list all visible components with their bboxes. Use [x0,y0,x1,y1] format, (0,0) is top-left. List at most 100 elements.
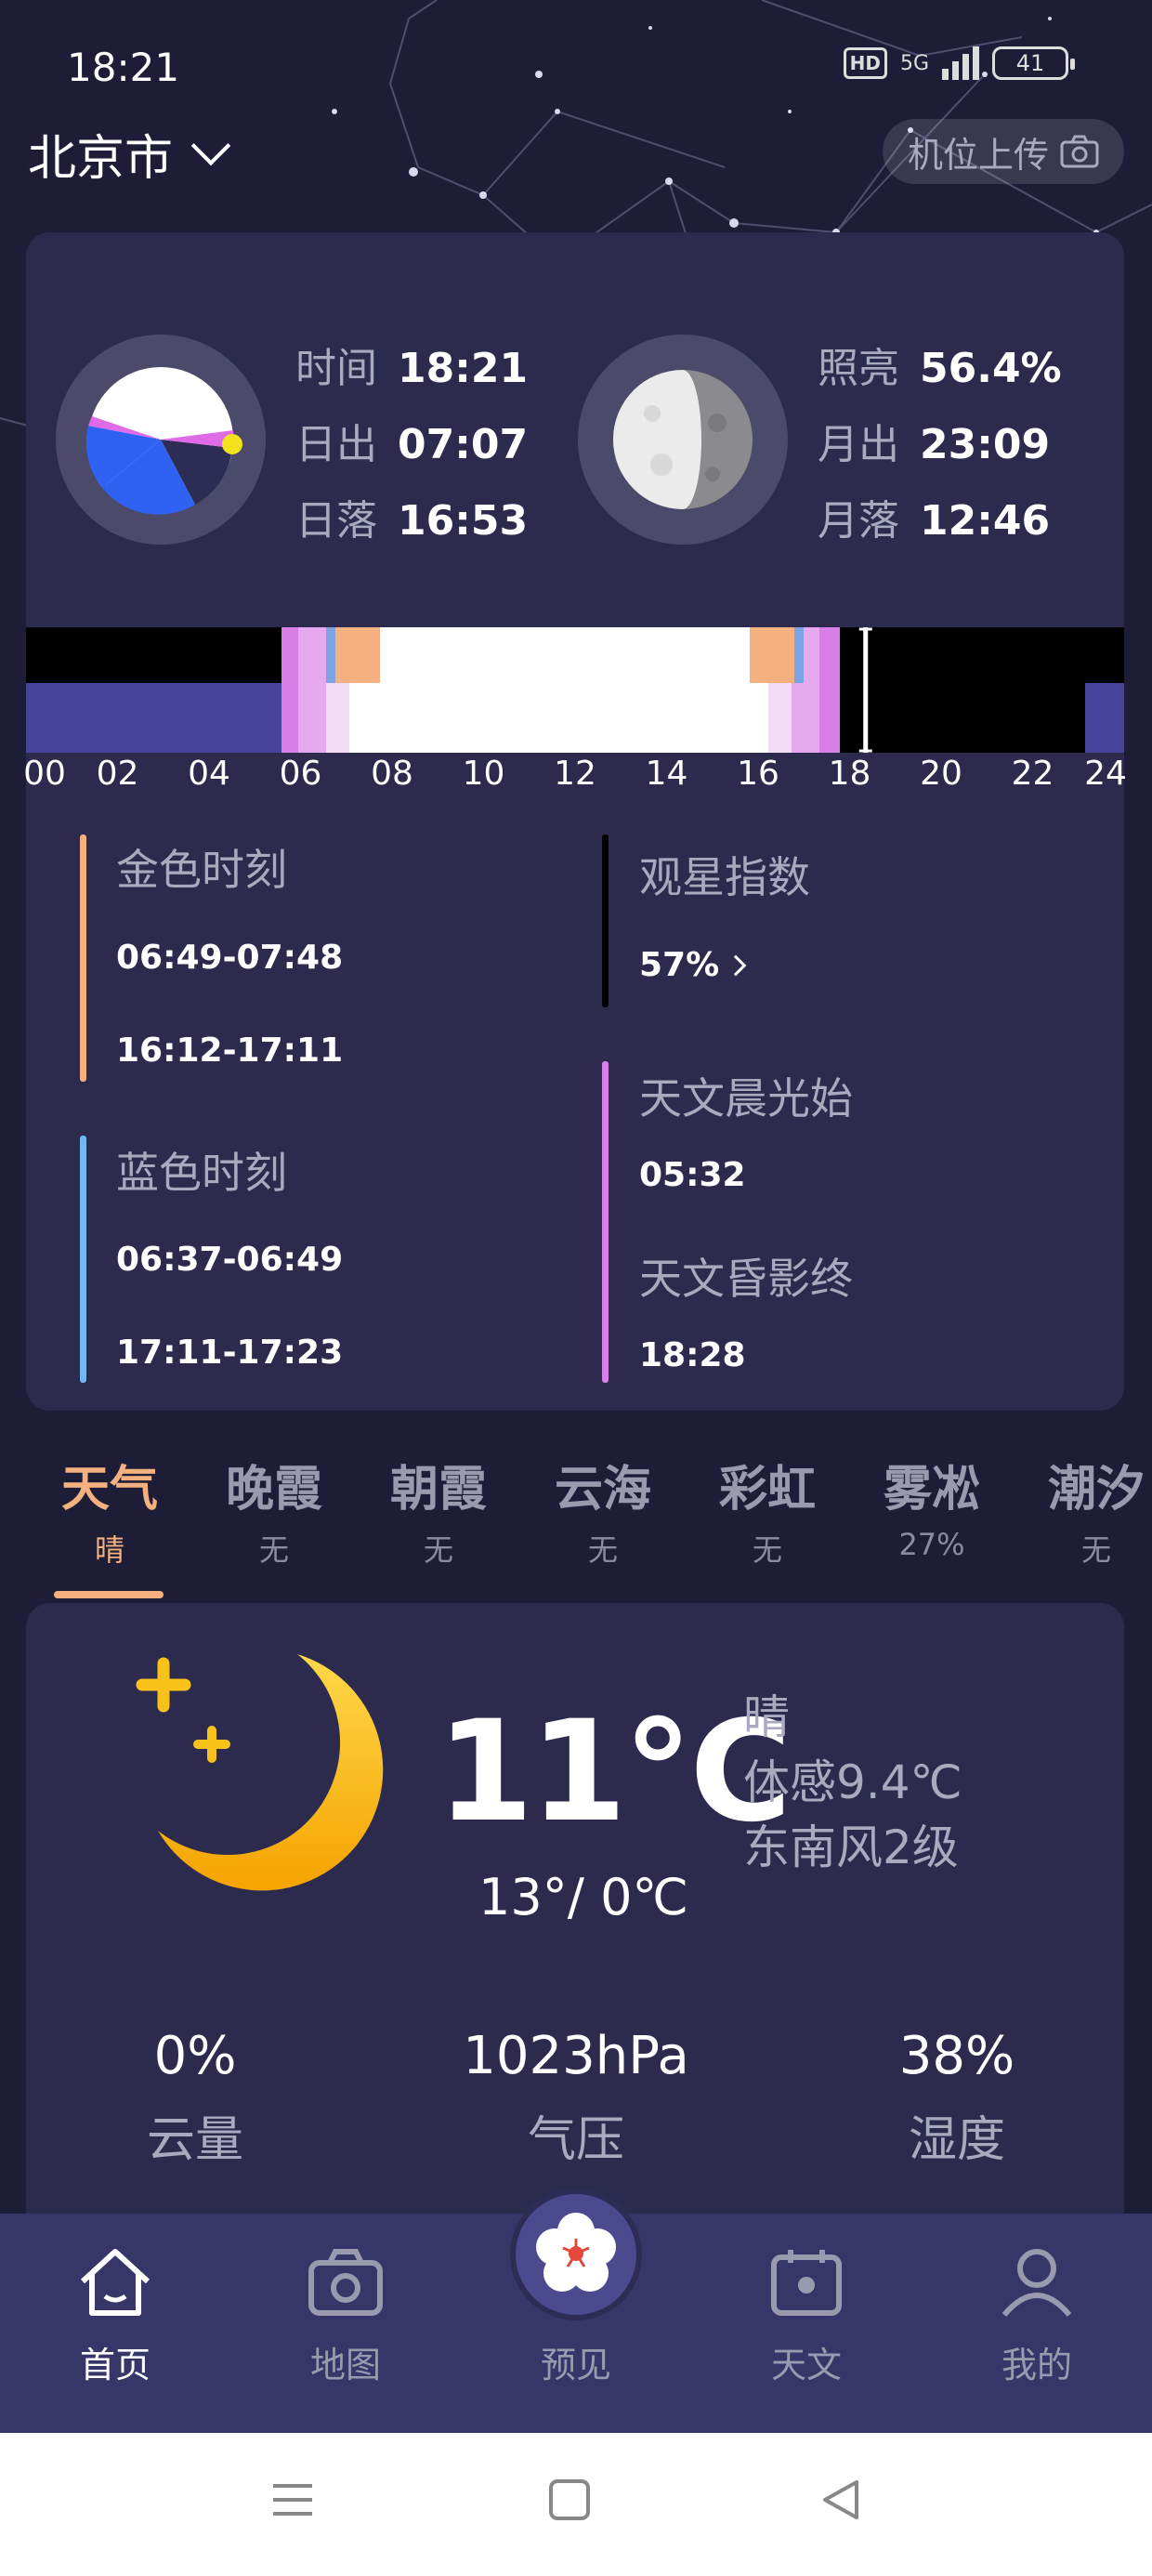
tab-1[interactable]: 晚霞无 [204,1450,344,1570]
menu-icon[interactable] [269,2477,316,2523]
cloud-label: 云量 [146,2112,244,2168]
golden-hour-label: 金色时刻 [116,845,287,895]
camera-icon [271,2240,420,2323]
status-icons: HD 5G 41 [843,46,1075,80]
golden-hour-evening: 16:12-17:11 [116,1032,344,1070]
moon-phase-icon [613,370,753,509]
camera-icon [1060,135,1099,168]
sun-dial [56,335,266,545]
tab-title: 潮汐 [1047,1462,1145,1518]
tab-6[interactable]: 潮汐无 [1027,1450,1152,1570]
astro-dusk-value: 18:28 [639,1336,746,1374]
sunrise-label: 日出 [295,421,377,468]
clear-night-icon [136,1654,384,1891]
humidity-label: 湿度 [908,2112,1006,2168]
nav-label: 首页 [79,2345,151,2385]
sunset-value: 16:53 [398,497,529,545]
time-label: 时间 [295,345,377,392]
timeline-tick-label: 22 [1011,755,1054,793]
back-icon[interactable] [818,2477,864,2523]
pressure-label: 气压 [527,2112,625,2168]
home-square-icon[interactable] [546,2477,593,2523]
timeline-tick-label: 12 [554,755,596,793]
current-temperature: 11℃ [437,1691,792,1853]
twilight-pale-morning [326,683,349,753]
humidity-value: 38% [898,2026,1015,2086]
home-icon [41,2240,190,2323]
tab-2[interactable]: 朝霞无 [369,1450,508,1570]
timeline-tick-label: 08 [371,755,413,793]
cloud-value: 0% [153,2026,237,2086]
tab-subtitle: 无 [423,1532,453,1568]
network-label: 5G [899,51,929,75]
nav-item-home[interactable]: 首页 [41,2240,190,2387]
stargazing-value: 57% [639,946,720,984]
tab-title: 彩虹 [718,1462,816,1518]
astro-twilight-bar [602,1061,609,1383]
nav-item-calendar[interactable]: 天文 [732,2240,881,2387]
tab-title: 晚霞 [225,1462,322,1518]
nav-item-camera[interactable]: 地图 [271,2240,420,2387]
moonset-label: 月落 [818,497,899,545]
illumination-value: 56.4% [920,345,1062,392]
pressure-value: 1023hPa [463,2026,689,2086]
nav-label: 预见 [540,2345,611,2385]
sunrise-value: 07:07 [398,421,529,468]
tab-subtitle: 27% [898,1527,965,1562]
forecast-tabs: 天气晴晚霞无朝霞无云海无彩虹无雾凇 27% 潮汐无 [26,1450,1145,1571]
blue-hour-morning: 06:37-06:49 [116,1241,344,1279]
tab-title: 云海 [554,1462,651,1518]
daylight-band-top [380,627,750,683]
astro-twilight-evening [819,627,840,753]
golden-hour-bar [80,835,86,1082]
wind-info: 东南风2级 [743,1820,959,1874]
weather-condition: 晴 [743,1690,790,1744]
sun-position-icon [85,367,242,515]
stargazing-link[interactable]: 57% [639,946,747,984]
tab-0[interactable]: 天气晴 [40,1450,179,1570]
upload-spot-button[interactable]: 机位上传 [883,119,1124,184]
nav-item-user[interactable]: 我的 [962,2240,1111,2387]
tab-title: 雾凇 [883,1462,980,1518]
temperature-range: 13°/ 0℃ [478,1868,689,1926]
city-selector[interactable]: 北京市 [28,119,231,189]
tab-subtitle: 无 [1080,1532,1111,1568]
moonrise-label: 月出 [818,421,899,468]
time-value: 18:21 [398,345,529,392]
timeline-tick-label: 24 [1084,755,1127,793]
golden-hour-morning: 06:49-07:48 [116,939,344,977]
nautical-twilight-evening-top [804,627,819,683]
golden-hour-evening [750,627,794,683]
user-icon [962,2240,1111,2323]
chevron-down-icon [190,125,231,165]
upload-label: 机位上传 [907,134,1049,176]
nautical-twilight-evening [792,683,819,753]
timeline-tick-label: 02 [96,755,139,793]
timeline-tick-label: 20 [920,755,962,793]
astro-dawn-value: 05:32 [639,1156,746,1194]
signal-icon [942,46,979,80]
tab-4[interactable]: 彩虹无 [698,1450,837,1570]
blue-hour-morning [326,627,335,683]
tab-title: 朝霞 [389,1462,487,1518]
twilight-pale-evening [768,683,792,753]
nav-label: 我的 [1001,2345,1072,2385]
nav-item-flower[interactable]: 预见 [502,2240,650,2387]
daylight-band-bottom [326,683,768,753]
stargazing-bar [602,835,609,1007]
sun-info: 时间 18:21 日出 07:07 日落 16:53 [295,335,528,563]
blue-hour-label: 蓝色时刻 [116,1148,287,1198]
nautical-twilight-morning [298,627,326,753]
timeline-tick-label: 16 [737,755,779,793]
astro-dusk-label: 天文昏影终 [639,1254,853,1304]
nav-label: 地图 [309,2345,381,2385]
tab-5[interactable]: 雾凇 27% [862,1450,1001,1562]
battery-icon: 41 [992,46,1075,80]
chevron-right-icon [725,954,747,976]
city-name: 北京市 [28,131,174,187]
timeline-tick-label: 06 [279,755,322,793]
timeline-hour-ticks: 00 02 04 06 08 10 12 14 16 18 20 22 24 [23,755,1127,801]
moon-visible-bar-evening [1085,683,1124,753]
tab-3[interactable]: 云海无 [533,1450,673,1570]
blue-hour-bar [80,1136,86,1383]
